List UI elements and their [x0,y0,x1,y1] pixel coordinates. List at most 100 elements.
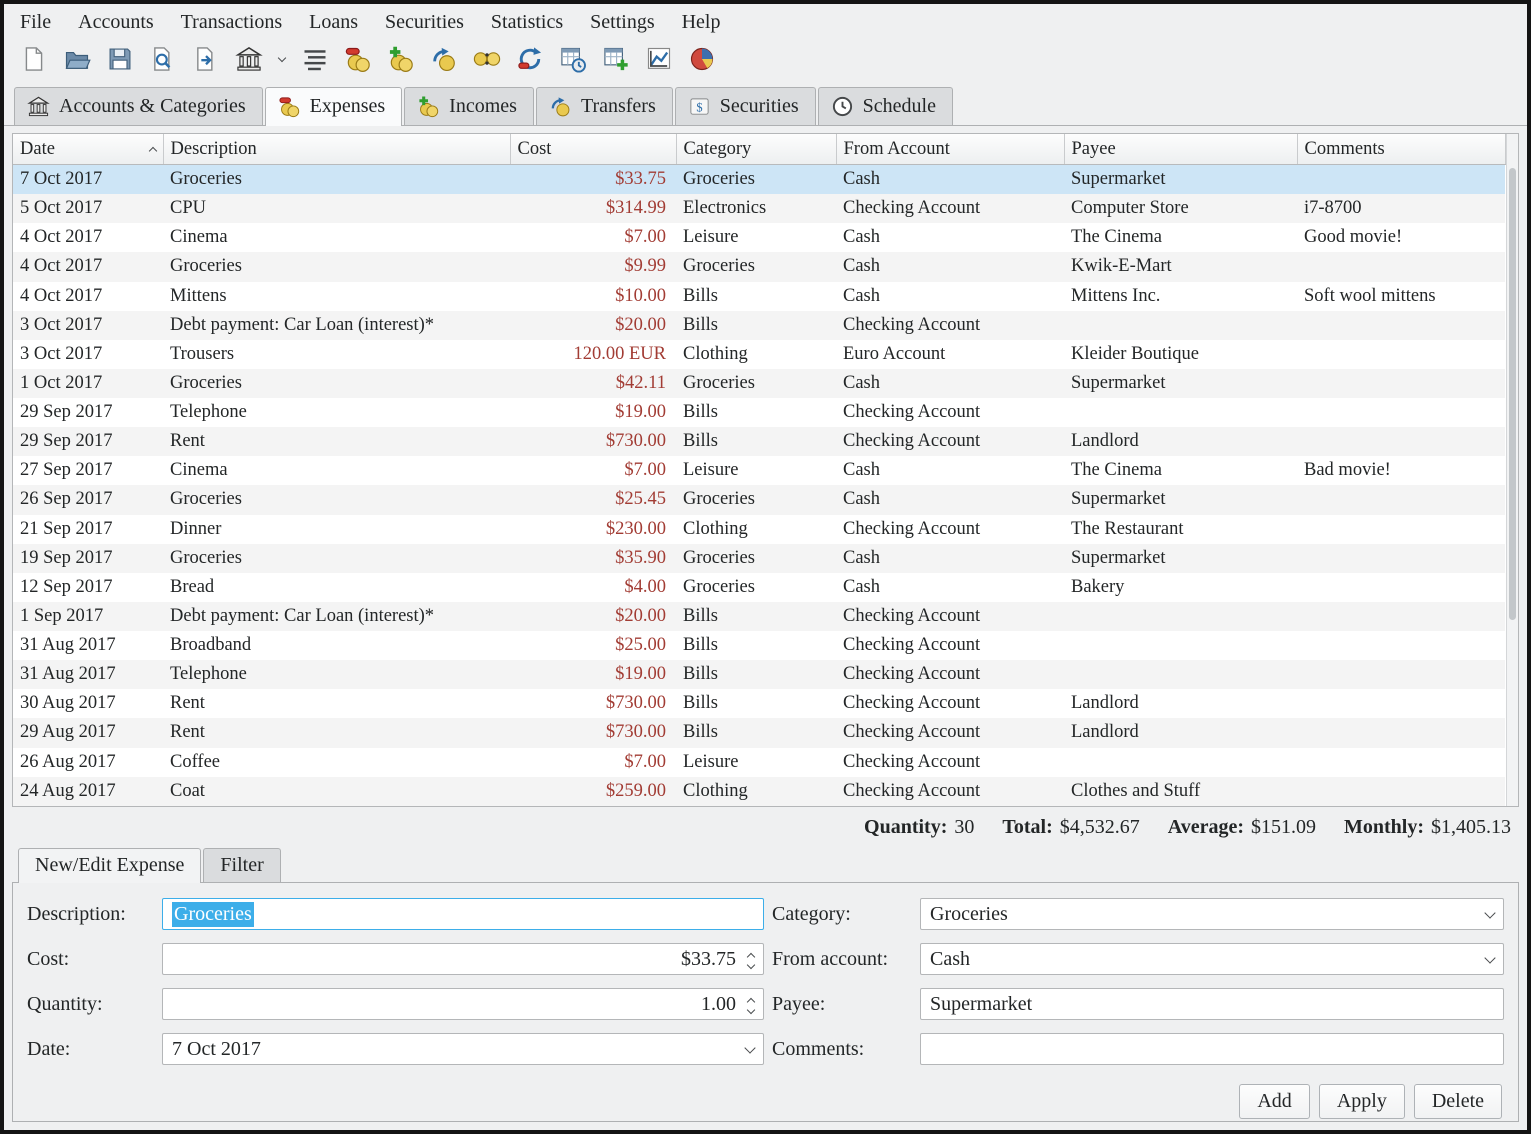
category-combobox[interactable]: Groceries [920,898,1504,930]
cell-cost: $10.00 [510,282,676,311]
tab-label: Accounts & Categories [59,95,246,118]
editor-tab-bar: New/Edit Expense Filter [4,845,1527,882]
quantity-value: 1.00 [172,993,744,1016]
menu-loans[interactable]: Loans [309,11,358,34]
cell-description: Telephone [163,660,510,689]
cell-comments [1297,748,1505,777]
table-row[interactable]: 26 Sep 2017Groceries$25.45GroceriesCashS… [13,485,1505,514]
pie-chart-icon [688,45,716,73]
table-row[interactable]: 7 Oct 2017Groceries$33.75GroceriesCashSu… [13,165,1505,195]
table-row[interactable]: 24 Aug 2017Coat$259.00ClothingChecking A… [13,777,1505,806]
new-file-button[interactable] [16,42,52,76]
scrollbar-handle[interactable] [1509,168,1517,620]
accounts-button[interactable] [231,42,267,76]
new-schedule-button[interactable] [598,42,634,76]
cell-comments [1297,689,1505,718]
cell-comments [1297,660,1505,689]
table-row[interactable]: 29 Sep 2017Rent$730.00BillsChecking Acco… [13,427,1505,456]
table-row[interactable]: 31 Aug 2017Broadband$25.00BillsChecking … [13,631,1505,660]
table-row[interactable]: 29 Aug 2017Rent$730.00BillsChecking Acco… [13,718,1505,747]
menu-statistics[interactable]: Statistics [491,11,563,34]
delete-button[interactable]: Delete [1414,1084,1502,1119]
column-header-cost[interactable]: Cost [510,134,676,165]
tab-filter[interactable]: Filter [203,848,280,882]
save-file-button[interactable] [102,42,138,76]
description-input[interactable]: Groceries [162,898,764,930]
menu-help[interactable]: Help [682,11,721,34]
table-row[interactable]: 19 Sep 2017Groceries$35.90GroceriesCashS… [13,544,1505,573]
table-row[interactable]: 26 Aug 2017Coffee$7.00LeisureChecking Ac… [13,748,1505,777]
apply-button[interactable]: Apply [1319,1084,1405,1119]
menu-file[interactable]: File [20,11,51,34]
tab-schedule[interactable]: Schedule [818,87,953,125]
tab-accounts-categories[interactable]: Accounts & Categories [14,87,263,125]
table-row[interactable]: 3 Oct 2017Trousers120.00 EURClothingEuro… [13,340,1505,369]
column-header-description[interactable]: Description [163,134,510,165]
tab-label: Expenses [310,95,386,118]
table-row[interactable]: 3 Oct 2017Debt payment: Car Loan (intere… [13,311,1505,340]
cell-category: Leisure [676,748,836,777]
tab-transfers[interactable]: Transfers [536,87,673,125]
add-button[interactable]: Add [1239,1084,1309,1119]
open-file-button[interactable] [59,42,95,76]
table-row[interactable]: 29 Sep 2017Telephone$19.00BillsChecking … [13,398,1505,427]
chart-report-button[interactable] [641,42,677,76]
new-expense-button[interactable] [340,42,376,76]
table-row[interactable]: 4 Oct 2017Cinema$7.00LeisureCashThe Cine… [13,223,1505,252]
cell-from_account: Cash [836,223,1064,252]
quantity-spin-buttons[interactable] [744,996,754,1013]
from-account-combobox[interactable]: Cash [920,943,1504,975]
table-row[interactable]: 4 Oct 2017Mittens$10.00BillsCashMittens … [13,282,1505,311]
tab-incomes[interactable]: Incomes [404,87,534,125]
quantity-spinbox[interactable]: 1.00 [162,988,764,1020]
print-preview-button[interactable] [145,42,181,76]
tab-new-edit-expense[interactable]: New/Edit Expense [18,848,201,883]
cell-cost: $730.00 [510,718,676,747]
pie-chart-report-button[interactable] [684,42,720,76]
export-file-button[interactable] [188,42,224,76]
menu-accounts[interactable]: Accounts [78,11,154,34]
table-row[interactable]: 12 Sep 2017Bread$4.00GroceriesCashBakery [13,573,1505,602]
cost-spinbox[interactable]: $33.75 [162,943,764,975]
cell-cost: 120.00 EUR [510,340,676,369]
cell-category: Bills [676,282,836,311]
column-header-from-account[interactable]: From Account [836,134,1064,165]
table-row[interactable]: 1 Oct 2017Groceries$42.11GroceriesCashSu… [13,369,1505,398]
column-header-comments[interactable]: Comments [1297,134,1505,165]
cost-spin-buttons[interactable] [744,951,754,968]
payee-input[interactable]: Supermarket [920,988,1504,1020]
table-row[interactable]: 1 Sep 2017Debt payment: Car Loan (intere… [13,602,1505,631]
cell-description: Mittens [163,282,510,311]
table-row[interactable]: 30 Aug 2017Rent$730.00BillsChecking Acco… [13,689,1505,718]
schedule-transaction-button[interactable] [555,42,591,76]
table-row[interactable]: 21 Sep 2017Dinner$230.00ClothingChecking… [13,515,1505,544]
cell-from_account: Cash [836,252,1064,281]
table-row[interactable]: 31 Aug 2017Telephone$19.00BillsChecking … [13,660,1505,689]
transfer-arrow-coin-icon [430,45,458,73]
table-row[interactable]: 27 Sep 2017Cinema$7.00LeisureCashThe Cin… [13,456,1505,485]
date-combobox[interactable]: 7 Oct 2017 [162,1033,764,1065]
new-transfer-button[interactable] [426,42,462,76]
new-file-icon [20,45,48,73]
split-transaction-button[interactable] [469,42,505,76]
menu-transactions[interactable]: Transactions [181,11,282,34]
tab-expenses[interactable]: Expenses [265,87,403,126]
cell-comments [1297,340,1505,369]
menu-securities[interactable]: Securities [385,11,464,34]
vertical-scrollbar[interactable] [1506,134,1519,806]
column-header-date[interactable]: Date [13,134,163,165]
accounts-menu-chevron[interactable] [274,42,290,76]
cell-payee: Clothes and Stuff [1064,777,1297,806]
column-header-payee[interactable]: Payee [1064,134,1297,165]
chevron-down-icon [1484,907,1495,918]
table-row[interactable]: 5 Oct 2017CPU$314.99ElectronicsChecking … [13,194,1505,223]
new-refund-button[interactable] [512,42,548,76]
table-row[interactable]: 4 Oct 2017Groceries$9.99GroceriesCashKwi… [13,252,1505,281]
column-header-category[interactable]: Category [676,134,836,165]
new-income-button[interactable] [383,42,419,76]
tab-securities[interactable]: $ Securities [675,87,816,125]
comments-input[interactable] [920,1033,1504,1065]
split-coins-icon [473,45,501,73]
menu-settings[interactable]: Settings [590,11,654,34]
transaction-list-button[interactable] [297,42,333,76]
